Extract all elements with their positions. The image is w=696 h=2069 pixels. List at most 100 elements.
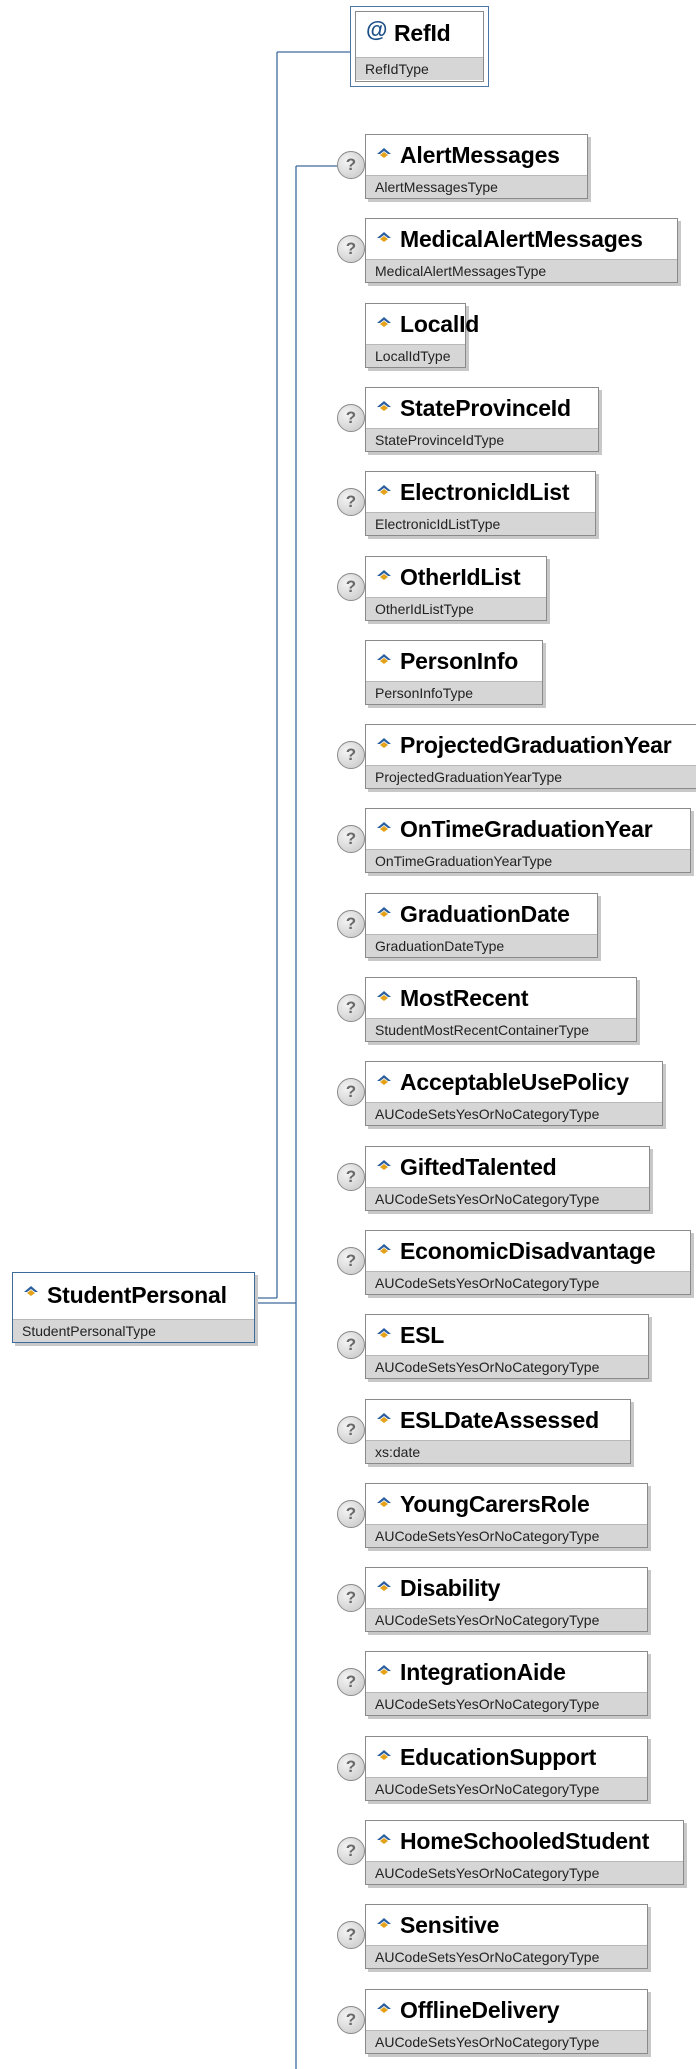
optional-marker-icon: ? [337, 1331, 365, 1359]
optional-marker-icon: ? [337, 1921, 365, 1949]
element-icon [376, 652, 392, 666]
element-name: ProjectedGraduationYear [400, 732, 672, 758]
root-element-name: StudentPersonal [47, 1282, 227, 1308]
element-icon [376, 1663, 392, 1677]
optional-marker-icon: ? [337, 573, 365, 601]
element-icon [376, 1579, 392, 1593]
element-name: OfflineDelivery [400, 1997, 560, 2023]
element-name: OnTimeGraduationYear [400, 816, 653, 842]
element-name: HomeSchooledStudent [400, 1828, 650, 1854]
attribute-refid[interactable]: @ RefId RefIdType [350, 6, 489, 87]
element-icon [376, 1411, 392, 1425]
element-name: MostRecent [400, 985, 529, 1011]
child-element[interactable]: PersonInfo PersonInfoType [365, 640, 543, 705]
child-element[interactable]: HomeSchooledStudent AUCodeSetsYesOrNoCate… [365, 1820, 684, 1885]
child-element[interactable]: StateProvinceId StateProvinceIdType [365, 387, 599, 452]
child-element[interactable]: OtherIdList OtherIdListType [365, 556, 547, 621]
element-name: AlertMessages [400, 142, 560, 168]
element-type: MedicalAlertMessagesType [366, 259, 677, 282]
optional-marker-icon: ? [337, 1584, 365, 1612]
element-icon [376, 399, 392, 413]
element-type: AUCodeSetsYesOrNoCategoryType [366, 1271, 690, 1294]
element-icon [376, 1326, 392, 1340]
element-name: StateProvinceId [400, 395, 571, 421]
element-name: OtherIdList [400, 564, 521, 590]
child-element[interactable]: OfflineDelivery AUCodeSetsYesOrNoCategory… [365, 1989, 648, 2054]
element-icon [376, 1073, 392, 1087]
element-icon [376, 568, 392, 582]
attribute-name: RefId [394, 20, 451, 46]
child-element[interactable]: EconomicDisadvantage AUCodeSetsYesOrNoCat… [365, 1230, 691, 1295]
element-type: AUCodeSetsYesOrNoCategoryType [366, 1102, 662, 1125]
optional-marker-icon: ? [337, 1668, 365, 1696]
child-element[interactable]: MostRecent StudentMostRecentContainerType [365, 977, 637, 1042]
element-name: GiftedTalented [400, 1154, 557, 1180]
optional-marker-icon: ? [337, 404, 365, 432]
element-type: AUCodeSetsYesOrNoCategoryType [366, 2030, 647, 2053]
element-type: LocalIdType [366, 344, 465, 367]
element-type: AUCodeSetsYesOrNoCategoryType [366, 1608, 647, 1631]
child-element[interactable]: GiftedTalented AUCodeSetsYesOrNoCategoryT… [365, 1146, 650, 1211]
element-name: Sensitive [400, 1912, 500, 1938]
element-type: OnTimeGraduationYearType [366, 849, 690, 872]
attribute-type: RefIdType [356, 57, 483, 80]
element-name: Disability [400, 1575, 501, 1601]
element-icon [376, 1158, 392, 1172]
element-type: ProjectedGraduationYearType [366, 765, 696, 788]
optional-marker-icon: ? [337, 910, 365, 938]
element-type: AUCodeSetsYesOrNoCategoryType [366, 1524, 647, 1547]
child-element[interactable]: IntegrationAide AUCodeSetsYesOrNoCategory… [365, 1651, 648, 1716]
optional-marker-icon: ? [337, 825, 365, 853]
optional-marker-icon: ? [337, 1163, 365, 1191]
child-element[interactable]: ESL AUCodeSetsYesOrNoCategoryType [365, 1314, 649, 1379]
element-name: MedicalAlertMessages [400, 226, 643, 252]
element-name: AcceptableUsePolicy [400, 1069, 629, 1095]
element-icon [376, 905, 392, 919]
child-element[interactable]: LocalId LocalIdType [365, 303, 479, 368]
element-name: LocalId [400, 311, 480, 337]
optional-marker-icon: ? [337, 1500, 365, 1528]
element-type: AUCodeSetsYesOrNoCategoryType [366, 1692, 647, 1715]
root-element-student-personal[interactable]: StudentPersonal StudentPersonalType [12, 1272, 255, 1343]
element-icon [376, 1916, 392, 1930]
child-element[interactable]: ESLDateAssessed xs:date [365, 1399, 631, 1464]
child-element[interactable]: ProjectedGraduationYear ProjectedGraduati… [365, 724, 696, 789]
optional-marker-icon: ? [337, 1416, 365, 1444]
child-element[interactable]: Disability AUCodeSetsYesOrNoCategoryType [365, 1567, 648, 1632]
element-name: ESL [400, 1322, 445, 1348]
element-icon [376, 146, 392, 160]
child-element[interactable]: EducationSupport AUCodeSetsYesOrNoCategor… [365, 1736, 648, 1801]
child-element[interactable]: AlertMessages AlertMessagesType [365, 134, 588, 199]
child-element[interactable]: YoungCarersRole AUCodeSetsYesOrNoCategory… [365, 1483, 648, 1548]
child-element[interactable]: ElectronicIdList ElectronicIdListType [365, 471, 596, 536]
element-name: PersonInfo [400, 648, 519, 674]
element-type: GraduationDateType [366, 934, 597, 957]
element-icon [376, 1495, 392, 1509]
optional-marker-icon: ? [337, 151, 365, 179]
element-type: AUCodeSetsYesOrNoCategoryType [366, 1187, 649, 1210]
element-icon [376, 483, 392, 497]
element-icon [376, 1242, 392, 1256]
child-element[interactable]: OnTimeGraduationYear OnTimeGraduationYear… [365, 808, 691, 873]
optional-marker-icon: ? [337, 741, 365, 769]
optional-marker-icon: ? [337, 994, 365, 1022]
child-element[interactable]: Sensitive AUCodeSetsYesOrNoCategoryType [365, 1904, 648, 1969]
child-element[interactable]: MedicalAlertMessages MedicalAlertMessages… [365, 218, 678, 283]
optional-marker-icon: ? [337, 1247, 365, 1275]
optional-marker-icon: ? [337, 235, 365, 263]
element-icon [376, 736, 392, 750]
child-element[interactable]: AcceptableUsePolicy AUCodeSetsYesOrNoCate… [365, 1061, 663, 1126]
element-type: AUCodeSetsYesOrNoCategoryType [366, 1777, 647, 1800]
element-type: AUCodeSetsYesOrNoCategoryType [366, 1355, 648, 1378]
element-icon [376, 820, 392, 834]
optional-marker-icon: ? [337, 1078, 365, 1106]
optional-marker-icon: ? [337, 488, 365, 516]
element-name: IntegrationAide [400, 1659, 566, 1685]
optional-marker-icon: ? [337, 1753, 365, 1781]
element-icon [23, 1284, 39, 1298]
element-type: AlertMessagesType [366, 175, 587, 198]
element-type: StateProvinceIdType [366, 428, 598, 451]
element-type: AUCodeSetsYesOrNoCategoryType [366, 1861, 683, 1884]
element-name: EducationSupport [400, 1744, 597, 1770]
child-element[interactable]: GraduationDate GraduationDateType [365, 893, 598, 958]
